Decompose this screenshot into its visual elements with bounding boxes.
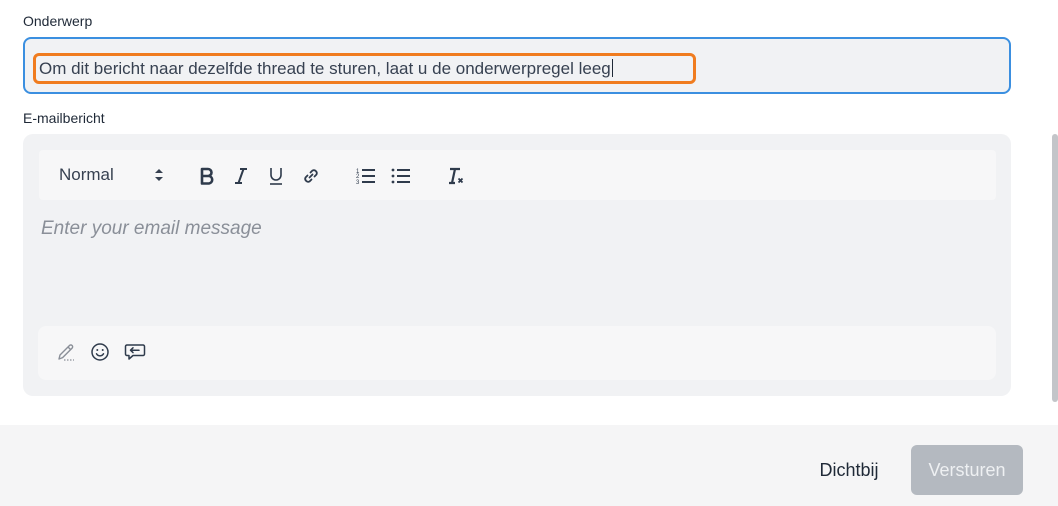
underline-icon bbox=[270, 168, 282, 185]
link-icon bbox=[304, 169, 318, 183]
close-button[interactable]: Dichtbij bbox=[802, 445, 896, 495]
dialog-footer: Dichtbij Versturen bbox=[0, 425, 1058, 506]
bullet-list-icon bbox=[391, 168, 410, 184]
bullet-list-button[interactable] bbox=[389, 164, 413, 188]
link-button[interactable] bbox=[299, 164, 323, 188]
message-placeholder[interactable]: Enter your email message bbox=[41, 218, 262, 240]
editor-toolbar: Normal 1 2 3 bbox=[39, 150, 996, 200]
subject-text-wrap: Om dit bericht naar dezelfde thread te s… bbox=[39, 59, 613, 79]
send-button[interactable]: Versturen bbox=[911, 445, 1023, 495]
ordered-list-button[interactable]: 1 2 3 bbox=[354, 164, 378, 188]
underline-button[interactable] bbox=[264, 164, 288, 188]
signature-pen-icon bbox=[58, 344, 74, 361]
clear-format-button[interactable] bbox=[444, 164, 468, 188]
bold-button[interactable] bbox=[195, 164, 219, 188]
emoji-button[interactable] bbox=[88, 340, 112, 364]
subject-value: Om dit bericht naar dezelfde thread te s… bbox=[39, 59, 611, 78]
clear-format-icon bbox=[449, 167, 464, 185]
format-select-value: Normal bbox=[59, 165, 114, 184]
svg-text:3: 3 bbox=[356, 180, 360, 185]
message-editor[interactable]: Normal 1 2 3 Enter your email message bbox=[23, 134, 1011, 396]
italic-icon bbox=[235, 168, 247, 184]
ordered-list-icon: 1 2 3 bbox=[356, 169, 375, 185]
subject-input[interactable]: Om dit bericht naar dezelfde thread te s… bbox=[23, 37, 1011, 94]
subject-label: Onderwerp bbox=[23, 13, 93, 29]
text-caret bbox=[611, 59, 613, 77]
updown-icon bbox=[155, 169, 163, 181]
editor-bottom-bar bbox=[38, 326, 996, 380]
canned-response-icon bbox=[124, 344, 146, 360]
scrollbar[interactable] bbox=[1052, 134, 1058, 402]
message-label: E-mailbericht bbox=[23, 110, 105, 126]
italic-button[interactable] bbox=[229, 164, 253, 188]
bold-icon bbox=[200, 167, 214, 185]
format-select[interactable]: Normal bbox=[59, 164, 169, 186]
emoji-icon bbox=[91, 343, 109, 361]
canned-response-button[interactable] bbox=[123, 340, 147, 364]
signature-button[interactable] bbox=[54, 340, 78, 364]
